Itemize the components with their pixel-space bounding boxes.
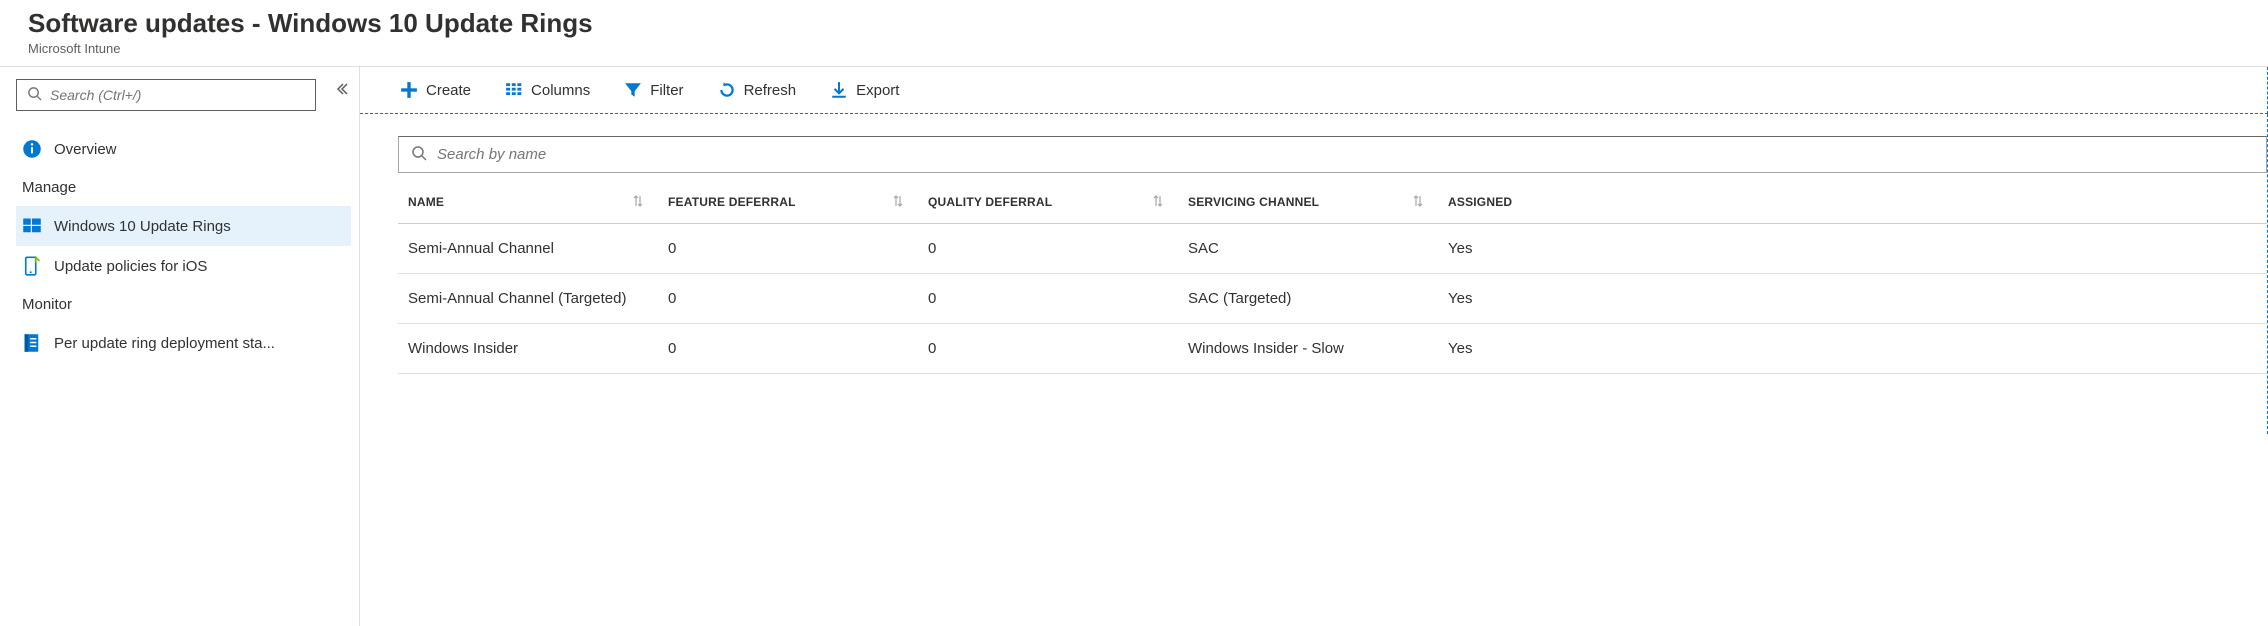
- export-button[interactable]: Export: [830, 81, 899, 99]
- page-header: Software updates - Windows 10 Update Rin…: [0, 0, 2268, 66]
- cell-assigned: Yes: [1438, 224, 2267, 274]
- cell-servicing-channel: SAC (Targeted): [1178, 274, 1438, 324]
- create-button[interactable]: Create: [400, 81, 471, 99]
- cell-servicing-channel: SAC: [1178, 224, 1438, 274]
- phone-update-icon: [22, 256, 42, 276]
- export-icon: [830, 81, 848, 99]
- nav-label: Windows 10 Update Rings: [54, 218, 231, 235]
- nav-label: Per update ring deployment sta...: [54, 335, 275, 352]
- refresh-button[interactable]: Refresh: [718, 81, 797, 99]
- column-header-assigned[interactable]: ASSIGNED: [1438, 179, 2267, 224]
- toolbar: Create Columns Filter Refresh: [360, 67, 2268, 114]
- table-row[interactable]: Semi-Annual Channel (Targeted) 0 0 SAC (…: [398, 274, 2267, 324]
- section-manage: Manage: [16, 169, 351, 206]
- table-row[interactable]: Windows Insider 0 0 Windows Insider - Sl…: [398, 324, 2267, 374]
- column-header-servicing-channel[interactable]: SERVICING CHANNEL: [1178, 179, 1438, 224]
- button-label: Columns: [531, 82, 590, 99]
- cell-assigned: Yes: [1438, 324, 2267, 374]
- sort-icon: [632, 194, 644, 208]
- sidebar-item-deployment-status[interactable]: Per update ring deployment sta...: [16, 323, 351, 363]
- column-header-quality-deferral[interactable]: QUALITY DEFERRAL: [918, 179, 1178, 224]
- column-header-feature-deferral[interactable]: FEATURE DEFERRAL: [658, 179, 918, 224]
- name-filter[interactable]: [398, 136, 2267, 173]
- sidebar-item-overview[interactable]: Overview: [16, 129, 351, 169]
- name-filter-input[interactable]: [437, 146, 2254, 163]
- section-monitor: Monitor: [16, 286, 351, 323]
- page-title: Software updates - Windows 10 Update Rin…: [28, 8, 2240, 39]
- info-icon: [22, 139, 42, 159]
- button-label: Create: [426, 82, 471, 99]
- table-row[interactable]: Semi-Annual Channel 0 0 SAC Yes: [398, 224, 2267, 274]
- filter-button[interactable]: Filter: [624, 81, 683, 99]
- sidebar-search[interactable]: [16, 79, 316, 111]
- sidebar-item-update-rings[interactable]: Windows 10 Update Rings: [16, 206, 351, 246]
- plus-icon: [400, 81, 418, 99]
- button-label: Filter: [650, 82, 683, 99]
- cell-servicing-channel: Windows Insider - Slow: [1178, 324, 1438, 374]
- cell-name: Semi-Annual Channel (Targeted): [398, 274, 658, 324]
- cell-assigned: Yes: [1438, 274, 2267, 324]
- cell-quality-deferral: 0: [918, 224, 1178, 274]
- windows-icon: [22, 216, 42, 236]
- columns-icon: [505, 81, 523, 99]
- cell-feature-deferral: 0: [658, 274, 918, 324]
- column-header-name[interactable]: NAME: [398, 179, 658, 224]
- page-subtitle: Microsoft Intune: [28, 41, 2240, 56]
- collapse-sidebar-button[interactable]: [333, 81, 349, 100]
- cell-quality-deferral: 0: [918, 274, 1178, 324]
- nav-label: Update policies for iOS: [54, 258, 207, 275]
- search-icon: [411, 145, 427, 164]
- main-pane: Create Columns Filter Refresh: [360, 67, 2268, 626]
- cell-name: Windows Insider: [398, 324, 658, 374]
- update-rings-table: NAME FEATURE DEFERRAL QUALITY DEFERRAL: [398, 179, 2267, 374]
- cell-feature-deferral: 0: [658, 224, 918, 274]
- refresh-icon: [718, 81, 736, 99]
- report-icon: [22, 333, 42, 353]
- sort-icon: [1152, 194, 1164, 208]
- sidebar-search-input[interactable]: [50, 87, 305, 103]
- cell-quality-deferral: 0: [918, 324, 1178, 374]
- button-label: Export: [856, 82, 899, 99]
- search-icon: [27, 86, 42, 104]
- sort-icon: [1412, 194, 1424, 208]
- cell-name: Semi-Annual Channel: [398, 224, 658, 274]
- filter-icon: [624, 81, 642, 99]
- sidebar-item-ios-policies[interactable]: Update policies for iOS: [16, 246, 351, 286]
- nav-label: Overview: [54, 141, 117, 158]
- sort-icon: [892, 194, 904, 208]
- sidebar: Overview Manage Windows 10 Update Rings …: [0, 67, 360, 626]
- button-label: Refresh: [744, 82, 797, 99]
- cell-feature-deferral: 0: [658, 324, 918, 374]
- columns-button[interactable]: Columns: [505, 81, 590, 99]
